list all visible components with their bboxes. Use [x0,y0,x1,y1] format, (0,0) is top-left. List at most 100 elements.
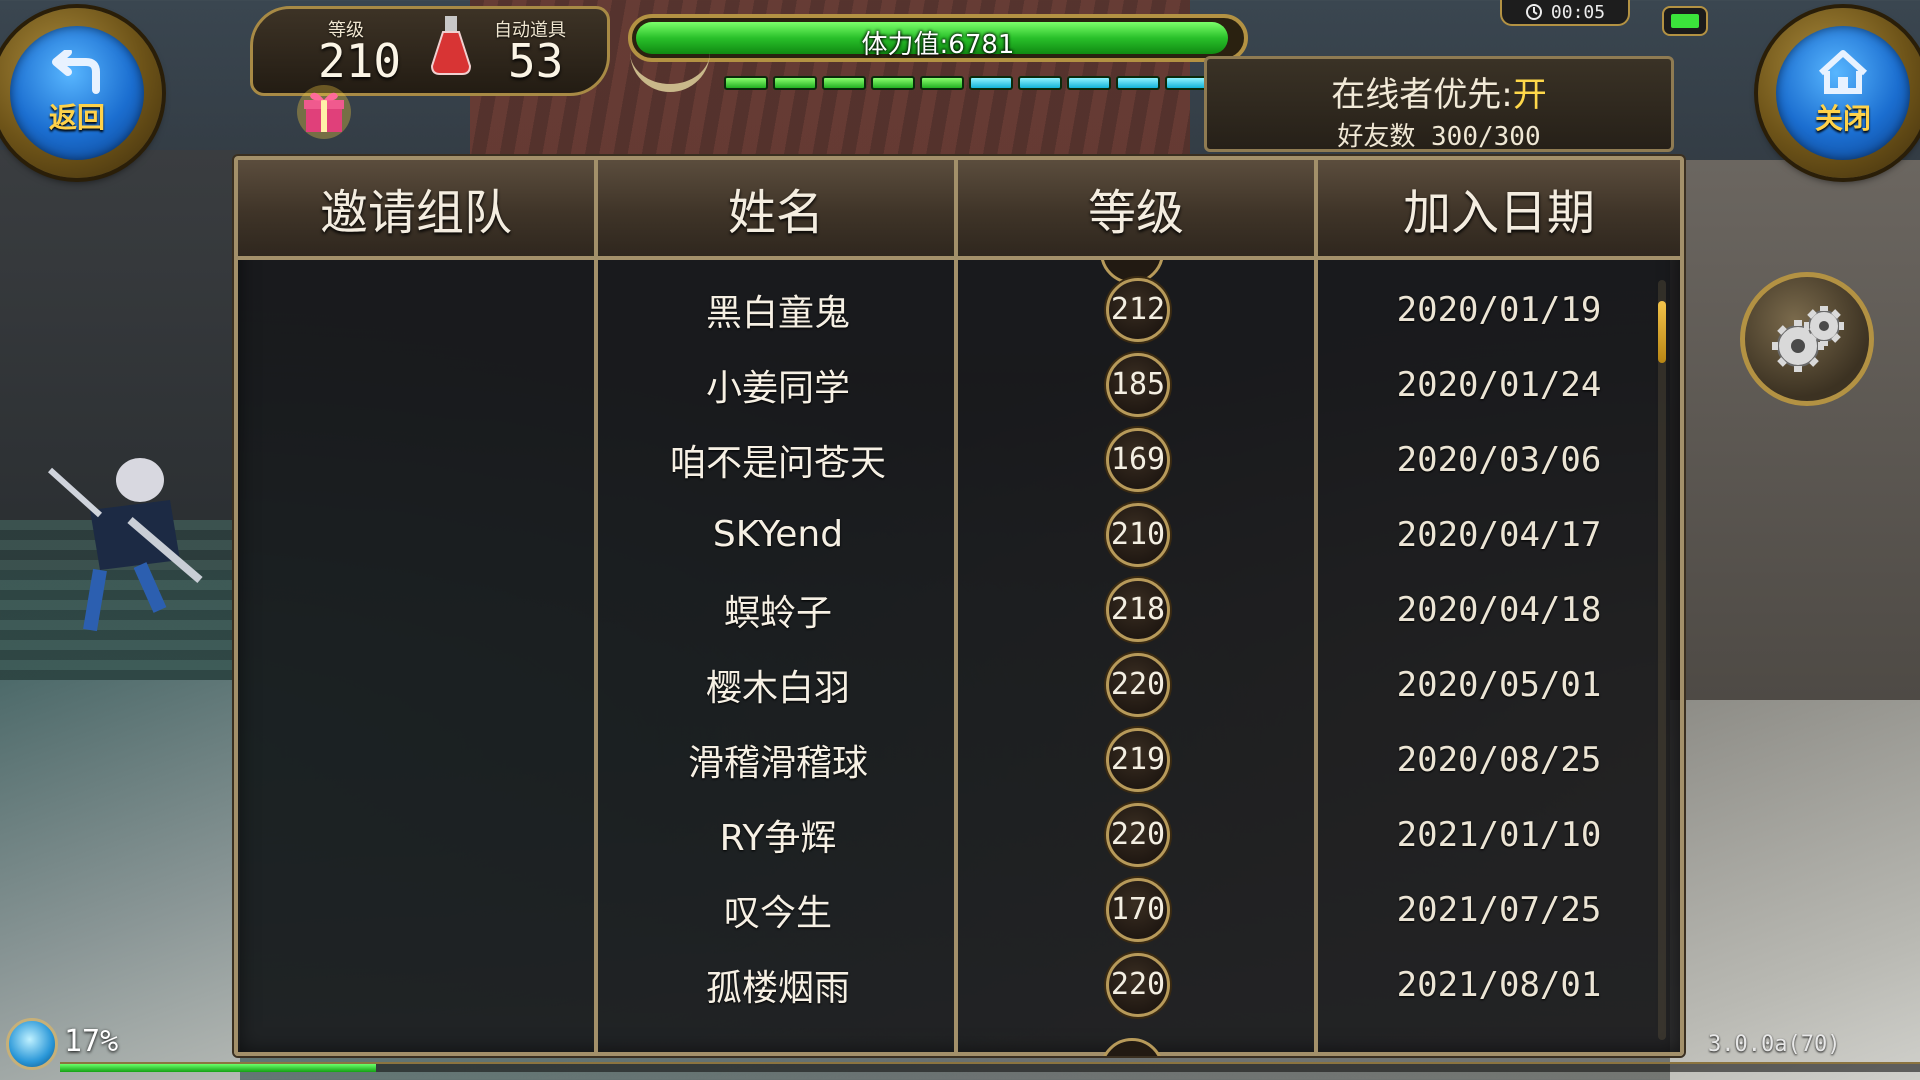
potion-icon[interactable] [428,14,474,76]
friend-name: 叹今生 [723,892,832,934]
table-row[interactable]: 黑白童鬼 212 2020/01/19 [238,272,1680,347]
energy-segment [1116,76,1160,90]
scrollbar-thumb[interactable] [1658,300,1666,363]
level-cell: 170 [958,872,1318,947]
gift-icon[interactable] [296,84,352,140]
join-date: 2021/01/10 [1396,814,1602,855]
clock-display: 00:05 [1500,0,1630,26]
join-date: 2020/01/19 [1396,289,1602,330]
online-priority-line[interactable]: 在线者优先:开 [1207,67,1671,116]
online-priority-label: 在线者优先: [1331,75,1513,115]
invite-cell[interactable] [238,422,598,497]
level-badge: 220 [1106,802,1170,867]
friend-name: 螟蛉子 [723,592,832,634]
back-button[interactable]: 返回 [0,8,162,178]
invite-cell[interactable] [238,872,598,947]
table-row[interactable]: SKYend 210 2020/04/17 [238,497,1680,572]
invite-cell[interactable] [238,272,598,347]
date-cell: 2020/03/06 [1318,422,1680,497]
online-priority-value: 开 [1512,75,1547,115]
friend-name: 黑白童鬼 [705,292,850,334]
level-cell: 220 [958,647,1318,722]
version-label: 3.0.0a(70) [1708,1032,1841,1057]
table-scrollbar[interactable] [1658,280,1666,1040]
name-cell[interactable]: 小姜同学 [598,347,958,422]
friend-name: 樱木白羽 [705,667,850,709]
energy-segment [1165,76,1209,90]
energy-segment [969,76,1013,90]
name-cell[interactable]: RY争辉 [598,797,958,872]
invite-cell[interactable] [238,572,598,647]
friend-name: SKYend [712,514,844,555]
invite-cell[interactable] [238,947,598,1022]
name-cell[interactable]: 叹今生 [598,872,958,947]
player-character [47,458,203,632]
online-priority-panel[interactable]: 在线者优先:开 好友数 300/300 [1204,56,1674,152]
level-badge: 212 [1106,277,1170,342]
table-row[interactable]: RY争辉 220 2021/01/10 [238,797,1680,872]
column-header-name[interactable]: 姓名 [598,160,958,260]
date-cell: 2020/04/17 [1318,497,1680,572]
level-badge: 169 [1106,427,1170,492]
level-badge: 185 [1106,352,1170,417]
table-row[interactable]: 咱不是问苍天 169 2020/03/06 [238,422,1680,497]
energy-segment [1018,76,1062,90]
date-cell: 2021/01/10 [1318,797,1680,872]
table-body[interactable]: 黑白童鬼 212 2020/01/19 小姜同学 185 2020/01/24 咱不是问苍天… [238,260,1680,1056]
level-cell: 210 [958,497,1318,572]
column-header-level[interactable]: 等级 [958,160,1318,260]
friend-name: 咱不是问苍天 [669,442,886,484]
energy-segment [871,76,915,90]
settings-button[interactable] [1740,272,1874,406]
date-cell: 2021/08/01 [1318,947,1680,1022]
invite-cell[interactable] [238,347,598,422]
friend-name: 孤楼烟雨 [705,967,850,1009]
join-date: 2021/07/25 [1396,889,1602,930]
friend-name: RY争辉 [719,817,837,859]
gear-icon [1772,306,1844,372]
name-cell[interactable]: 孤楼烟雨 [598,947,958,1022]
close-button[interactable]: 关闭 [1758,8,1920,178]
energy-segment [724,76,768,90]
level-cell: 220 [958,797,1318,872]
join-date: 2021/08/01 [1396,964,1602,1005]
name-cell[interactable]: 黑白童鬼 [598,272,958,347]
date-cell: 2020/08/25 [1318,722,1680,797]
join-date: 2020/08/25 [1396,739,1602,780]
home-icon [1818,50,1868,94]
name-cell[interactable]: 滑稽滑稽球 [598,722,958,797]
clock-text: 00:05 [1550,1,1606,23]
table-row[interactable]: 叹今生 170 2021/07/25 [238,872,1680,947]
level-cell: 212 [958,272,1318,347]
level-badge: 210 [1106,502,1170,567]
partial-level-badge-bottom [1100,1038,1164,1056]
table-row[interactable]: 滑稽滑稽球 219 2020/08/25 [238,722,1680,797]
column-header-join-date[interactable]: 加入日期 [1318,160,1680,260]
invite-cell[interactable] [238,797,598,872]
name-cell[interactable]: 螟蛉子 [598,572,958,647]
table-row[interactable]: 螟蛉子 218 2020/04/18 [238,572,1680,647]
exp-bar-fill [60,1064,377,1072]
date-cell: 2020/04/18 [1318,572,1680,647]
name-cell[interactable]: SKYend [598,497,958,572]
table-row[interactable]: 孤楼烟雨 220 2021/08/01 [238,947,1680,1022]
stamina-text: 体力值:6781 [861,30,1015,60]
invite-cell[interactable] [238,722,598,797]
invite-cell[interactable] [238,647,598,722]
invite-cell[interactable] [238,497,598,572]
exp-orb-icon [6,1018,58,1070]
energy-segment [920,76,964,90]
table-header-row: 邀请组队 姓名 等级 加入日期 [238,160,1680,260]
table-row[interactable]: 樱木白羽 220 2020/05/01 [238,647,1680,722]
stamina-bar: 体力值:6781 [628,14,1248,62]
name-cell[interactable]: 樱木白羽 [598,647,958,722]
back-button-label: 返回 [48,101,105,134]
date-cell: 2020/05/01 [1318,647,1680,722]
name-cell[interactable]: 咱不是问苍天 [598,422,958,497]
friend-count: 好友数 300/300 [1337,122,1541,152]
join-date: 2020/04/17 [1396,514,1602,555]
friends-table: 邀请组队 姓名 等级 加入日期 黑白童鬼 212 2020/01/19 小姜同学 185… [234,156,1684,1056]
energy-segment [822,76,866,90]
table-row[interactable]: 小姜同学 185 2020/01/24 [238,347,1680,422]
close-button-label: 关闭 [1814,102,1871,135]
